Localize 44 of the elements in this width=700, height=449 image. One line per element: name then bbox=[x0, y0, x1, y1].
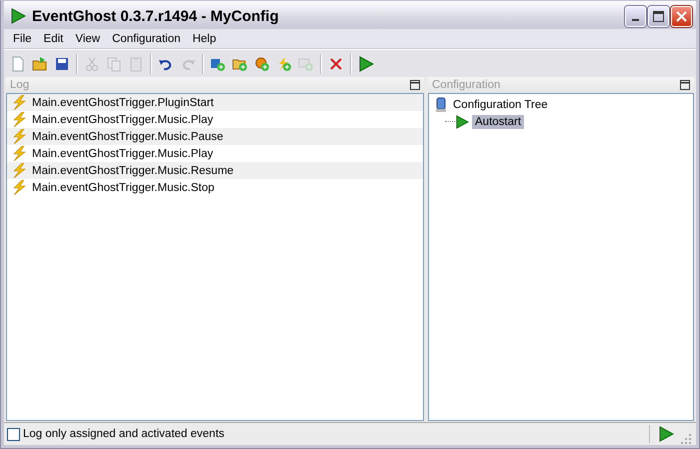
menu-item[interactable]: View bbox=[69, 32, 106, 44]
lightning-icon bbox=[11, 180, 27, 195]
save-icon bbox=[54, 56, 70, 72]
scissors-icon bbox=[84, 56, 100, 72]
minimize-button[interactable] bbox=[625, 6, 646, 26]
lightning-plus-icon bbox=[276, 56, 292, 72]
delete-icon bbox=[328, 56, 344, 72]
menu-item[interactable]: Configuration bbox=[106, 32, 186, 44]
log-entry: Main.eventGhostTrigger.Music.Pause bbox=[32, 130, 224, 142]
pane-title: Configuration bbox=[432, 79, 502, 91]
app-icon bbox=[10, 7, 26, 25]
log-entry: Main.eventGhostTrigger.Music.Play bbox=[32, 114, 214, 126]
close-button[interactable] bbox=[671, 6, 692, 26]
restore-icon[interactable] bbox=[680, 80, 690, 90]
checkbox[interactable] bbox=[7, 428, 20, 440]
log-entry: Main.eventGhostTrigger.Music.Resume bbox=[32, 164, 234, 176]
minimize-icon bbox=[632, 18, 639, 20]
tree-item[interactable]: Autostart bbox=[472, 114, 524, 128]
copy-icon bbox=[106, 56, 122, 72]
close-icon bbox=[676, 10, 687, 22]
log-entry: Main.eventGhostTrigger.Music.Play bbox=[32, 148, 214, 160]
open-folder-icon bbox=[32, 56, 48, 72]
lightning-icon bbox=[11, 163, 27, 178]
lightning-icon bbox=[11, 95, 27, 110]
window-title: EventGhost 0.3.7.r1494 - MyConfig bbox=[32, 8, 280, 24]
resize-grip-icon[interactable] bbox=[680, 433, 692, 445]
lightning-icon bbox=[11, 112, 27, 127]
maximize-icon bbox=[653, 10, 664, 22]
play-icon bbox=[358, 56, 374, 72]
menu-item[interactable]: File bbox=[7, 32, 38, 44]
restore-icon[interactable] bbox=[410, 80, 420, 90]
log-entry: Main.eventGhostTrigger.PluginStart bbox=[32, 96, 214, 108]
menu-item[interactable]: Help bbox=[186, 32, 222, 44]
new-file-icon bbox=[10, 56, 26, 72]
lightning-icon bbox=[11, 129, 27, 144]
pane-title: Log bbox=[10, 79, 30, 91]
log-entry: Main.eventGhostTrigger.Music.Stop bbox=[32, 182, 214, 194]
lightning-icon bbox=[11, 146, 27, 161]
menu-item[interactable]: Edit bbox=[38, 32, 70, 44]
maximize-button[interactable] bbox=[648, 6, 669, 26]
tree-item[interactable]: Configuration Tree bbox=[450, 98, 551, 112]
play-icon bbox=[658, 425, 674, 443]
play-icon bbox=[455, 114, 469, 130]
clipboard-icon bbox=[128, 56, 144, 72]
